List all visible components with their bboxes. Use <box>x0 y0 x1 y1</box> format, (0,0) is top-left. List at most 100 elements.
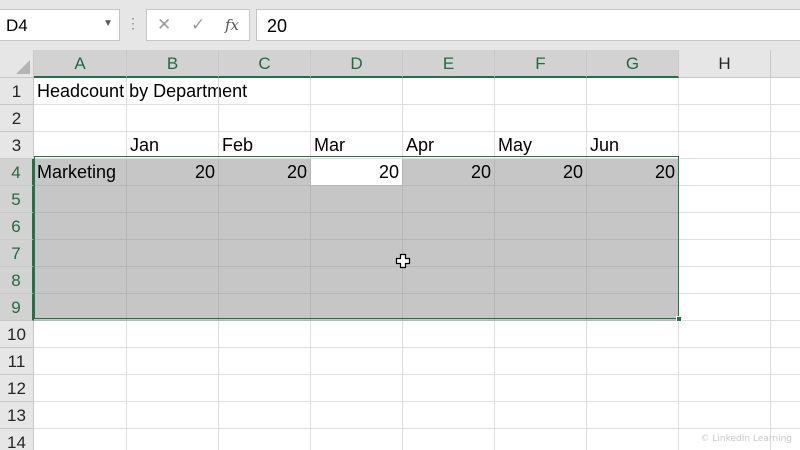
cell-overflow-4[interactable] <box>771 159 800 186</box>
cell-e1[interactable] <box>403 78 495 105</box>
cell-b2[interactable] <box>127 105 219 132</box>
formula-input[interactable]: 20 <box>256 9 800 41</box>
cell-f2[interactable] <box>495 105 587 132</box>
cell-h3[interactable] <box>679 132 771 159</box>
cell-g9[interactable] <box>587 294 679 321</box>
cell-h12[interactable] <box>679 375 771 402</box>
cell-b6[interactable] <box>127 213 219 240</box>
row-header-4[interactable]: 4 <box>0 159 34 186</box>
column-header-b[interactable]: B <box>127 50 219 78</box>
cell-b14[interactable] <box>127 429 219 450</box>
cell-b7[interactable] <box>127 240 219 267</box>
cell-overflow-10[interactable] <box>771 321 800 348</box>
cell-f6[interactable] <box>495 213 587 240</box>
cell-f12[interactable] <box>495 375 587 402</box>
cell-e14[interactable] <box>403 429 495 450</box>
cell-a3[interactable] <box>34 132 127 159</box>
cell-a12[interactable] <box>34 375 127 402</box>
cell-h4[interactable] <box>679 159 771 186</box>
cell-a2[interactable] <box>34 105 127 132</box>
cell-h6[interactable] <box>679 213 771 240</box>
close-icon[interactable]: ✕ <box>157 15 171 35</box>
cell-e6[interactable] <box>403 213 495 240</box>
column-header-c[interactable]: C <box>219 50 311 78</box>
cell-b8[interactable] <box>127 267 219 294</box>
cell-d12[interactable] <box>311 375 403 402</box>
cell-g13[interactable] <box>587 402 679 429</box>
cell-overflow-13[interactable] <box>771 402 800 429</box>
cell-c5[interactable] <box>219 186 311 213</box>
cell-d6[interactable] <box>311 213 403 240</box>
cell-e13[interactable] <box>403 402 495 429</box>
row-header-5[interactable]: 5 <box>0 186 34 213</box>
select-all-corner[interactable] <box>0 50 34 78</box>
cell-c8[interactable] <box>219 267 311 294</box>
cell-e4[interactable]: 20 <box>403 159 495 186</box>
cell-h8[interactable] <box>679 267 771 294</box>
cell-c7[interactable] <box>219 240 311 267</box>
column-header-d[interactable]: D <box>311 50 403 78</box>
column-header-a[interactable]: A <box>34 50 127 78</box>
column-header-g[interactable]: G <box>587 50 679 78</box>
cell-a9[interactable] <box>34 294 127 321</box>
cell-e5[interactable] <box>403 186 495 213</box>
row-header-7[interactable]: 7 <box>0 240 34 267</box>
cell-e7[interactable] <box>403 240 495 267</box>
row-header-11[interactable]: 11 <box>0 348 34 375</box>
cell-b1[interactable] <box>127 78 219 105</box>
cell-g14[interactable] <box>587 429 679 450</box>
cell-overflow-8[interactable] <box>771 267 800 294</box>
cell-g8[interactable] <box>587 267 679 294</box>
cell-g4[interactable]: 20 <box>587 159 679 186</box>
cell-e11[interactable] <box>403 348 495 375</box>
cell-a8[interactable] <box>34 267 127 294</box>
cell-d14[interactable] <box>311 429 403 450</box>
cell-b13[interactable] <box>127 402 219 429</box>
cell-overflow-1[interactable] <box>771 78 800 105</box>
row-header-14[interactable]: 14 <box>0 429 34 450</box>
cell-d9[interactable] <box>311 294 403 321</box>
fill-handle[interactable] <box>676 316 682 322</box>
cell-f3[interactable]: May <box>495 132 587 159</box>
cell-f7[interactable] <box>495 240 587 267</box>
cell-g12[interactable] <box>587 375 679 402</box>
cell-overflow-9[interactable] <box>771 294 800 321</box>
cell-a1[interactable]: Headcount by Department <box>34 78 247 105</box>
cell-a14[interactable] <box>34 429 127 450</box>
cell-e10[interactable] <box>403 321 495 348</box>
cell-a11[interactable] <box>34 348 127 375</box>
cell-f9[interactable] <box>495 294 587 321</box>
row-header-9[interactable]: 9 <box>0 294 34 321</box>
cell-overflow-11[interactable] <box>771 348 800 375</box>
cell-f11[interactable] <box>495 348 587 375</box>
cell-b11[interactable] <box>127 348 219 375</box>
cell-e9[interactable] <box>403 294 495 321</box>
cell-f14[interactable] <box>495 429 587 450</box>
cell-overflow-12[interactable] <box>771 375 800 402</box>
spreadsheet-grid[interactable]: A B C D E F G H 1 Headcount by Department 2 3 Jan Feb… <box>0 50 800 450</box>
column-header-overflow[interactable] <box>771 50 800 78</box>
cell-h11[interactable] <box>679 348 771 375</box>
cell-c4[interactable]: 20 <box>219 159 311 186</box>
cell-c14[interactable] <box>219 429 311 450</box>
cell-f10[interactable] <box>495 321 587 348</box>
cell-b12[interactable] <box>127 375 219 402</box>
cell-b4[interactable]: 20 <box>127 159 219 186</box>
cell-h5[interactable] <box>679 186 771 213</box>
cell-f8[interactable] <box>495 267 587 294</box>
cell-a5[interactable] <box>34 186 127 213</box>
row-header-3[interactable]: 3 <box>0 132 34 159</box>
chevron-down-icon[interactable]: ▼ <box>103 18 113 29</box>
row-header-13[interactable]: 13 <box>0 402 34 429</box>
cell-c12[interactable] <box>219 375 311 402</box>
cell-a13[interactable] <box>34 402 127 429</box>
cell-overflow-7[interactable] <box>771 240 800 267</box>
cell-d10[interactable] <box>311 321 403 348</box>
cell-a4[interactable]: Marketing <box>34 159 127 186</box>
fx-icon[interactable]: fx <box>225 16 239 34</box>
cell-e8[interactable] <box>403 267 495 294</box>
column-header-f[interactable]: F <box>495 50 587 78</box>
cell-c3[interactable]: Feb <box>219 132 311 159</box>
cell-c10[interactable] <box>219 321 311 348</box>
cell-g2[interactable] <box>587 105 679 132</box>
